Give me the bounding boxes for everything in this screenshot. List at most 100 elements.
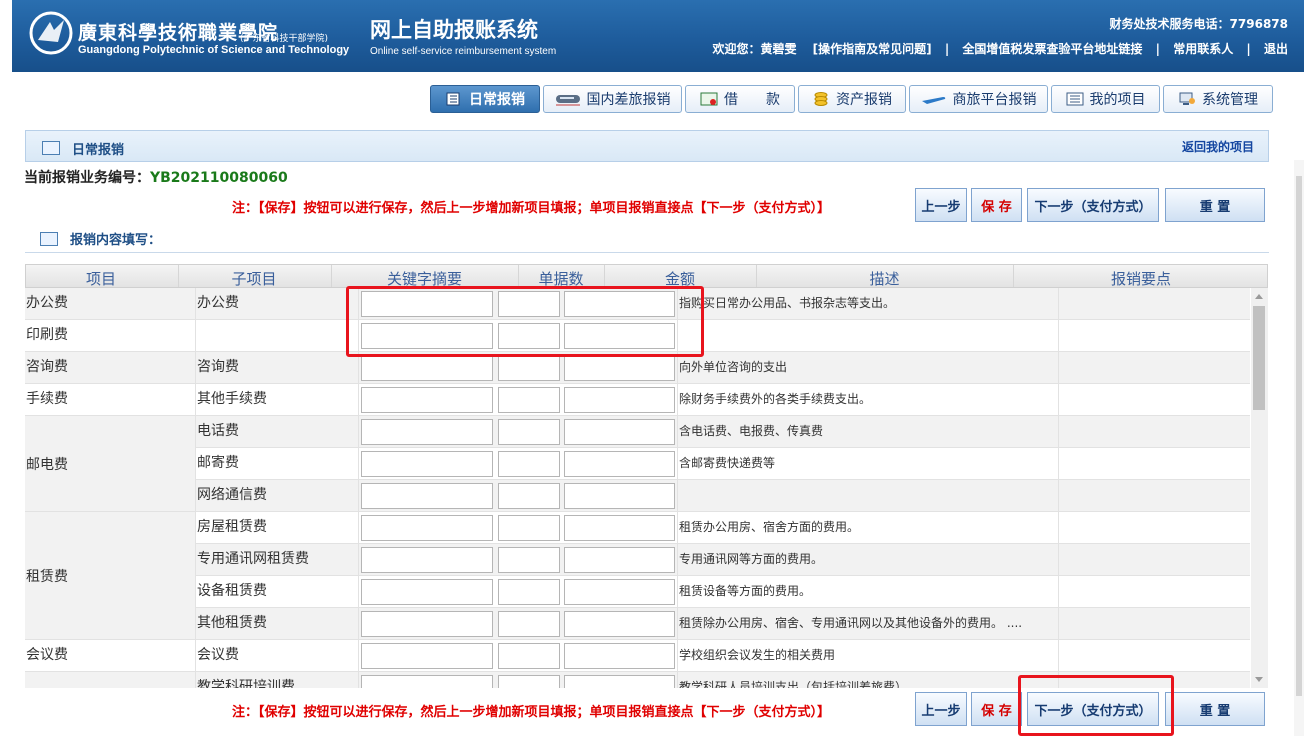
keyword-summary-input[interactable] bbox=[361, 579, 493, 605]
subitem-cell: 其他租赁费 bbox=[197, 615, 267, 631]
description-cell: 向外单位咨询的支出 bbox=[679, 360, 788, 374]
amount-input[interactable] bbox=[564, 579, 675, 605]
back-to-projects-link[interactable]: 返回我的项目 bbox=[1182, 138, 1254, 155]
subitem-cell bbox=[197, 320, 357, 351]
document-count-input[interactable] bbox=[498, 419, 560, 445]
cell-divider bbox=[195, 608, 196, 639]
school-logo-icon bbox=[29, 11, 73, 55]
table-scrollbar[interactable] bbox=[1251, 288, 1268, 688]
link-separator: | bbox=[1246, 42, 1251, 56]
amount-input[interactable] bbox=[564, 483, 675, 509]
amount-input[interactable] bbox=[564, 419, 675, 445]
save-button[interactable]: 保 存 bbox=[971, 188, 1022, 222]
document-count-input[interactable] bbox=[498, 579, 560, 605]
key-points-cell bbox=[1061, 672, 1249, 688]
key-points-cell bbox=[1061, 544, 1249, 575]
keyword-summary-input[interactable] bbox=[361, 483, 493, 509]
contacts-link[interactable]: 常用联系人 bbox=[1173, 42, 1233, 56]
keyword-summary-input[interactable] bbox=[361, 515, 493, 541]
amount-input[interactable] bbox=[564, 387, 675, 413]
keyword-summary-input[interactable] bbox=[361, 611, 493, 637]
description-cell: 含邮寄费快递费等 bbox=[679, 456, 776, 470]
description-cell: 专用通讯网等方面的费用。 bbox=[679, 552, 824, 566]
tab-asset-reimbursement[interactable]: 资产报销 bbox=[798, 85, 906, 113]
amount-input[interactable] bbox=[564, 547, 675, 573]
loan-icon bbox=[700, 92, 718, 106]
document-count-input[interactable] bbox=[498, 515, 560, 541]
cell-divider bbox=[677, 448, 678, 479]
amount-input[interactable] bbox=[564, 675, 675, 688]
amount-input[interactable] bbox=[564, 355, 675, 381]
business-number-label: 当前报销业务编号： bbox=[24, 170, 150, 186]
table-row: 房屋租赁费 租赁办公用房、宿舍方面的费用。 bbox=[25, 512, 1250, 544]
subitem-cell: 会议费 bbox=[197, 647, 239, 663]
welcome-text: 欢迎您：黄碧雯 bbox=[712, 42, 797, 56]
document-count-input[interactable] bbox=[498, 547, 560, 573]
document-count-input[interactable] bbox=[498, 291, 560, 317]
amount-input[interactable] bbox=[564, 323, 675, 349]
save-button-bottom[interactable]: 保 存 bbox=[971, 692, 1022, 726]
scroll-thumb[interactable] bbox=[1253, 306, 1265, 410]
keyword-summary-input[interactable] bbox=[361, 643, 493, 669]
cell-divider bbox=[677, 576, 678, 607]
cell-divider bbox=[358, 672, 359, 688]
tab-domestic-travel[interactable]: 国内差旅报销 bbox=[543, 85, 682, 113]
amount-input[interactable] bbox=[564, 611, 675, 637]
amount-input[interactable] bbox=[564, 643, 675, 669]
tab-loan[interactable]: 借 款 bbox=[685, 85, 795, 113]
keyword-summary-input[interactable] bbox=[361, 451, 493, 477]
reset-button-bottom[interactable]: 重 置 bbox=[1165, 692, 1265, 726]
tab-daily-reimbursement[interactable]: 日常报销 bbox=[430, 85, 540, 113]
table-header: 项目 子项目 关键字摘要 单据数 金额 描述 报销要点 bbox=[25, 264, 1268, 288]
key-points-cell bbox=[1061, 288, 1249, 319]
document-count-input[interactable] bbox=[498, 611, 560, 637]
keyword-summary-input[interactable] bbox=[361, 675, 493, 688]
column-header: 金额 bbox=[664, 270, 695, 288]
table-row: 电话费 含电话费、电报费、传真费 bbox=[25, 416, 1250, 448]
next-step-button-bottom[interactable]: 下一步（支付方式） bbox=[1027, 692, 1159, 726]
amount-input[interactable] bbox=[564, 515, 675, 541]
key-points-cell bbox=[1061, 640, 1249, 671]
amount-input[interactable] bbox=[564, 291, 675, 317]
prev-step-button-bottom[interactable]: 上一步 bbox=[915, 692, 967, 726]
keyword-summary-input[interactable] bbox=[361, 323, 493, 349]
guide-link[interactable]: [操作指南及常见问题] bbox=[813, 42, 932, 56]
keyword-summary-input[interactable] bbox=[361, 355, 493, 381]
document-count-input[interactable] bbox=[498, 387, 560, 413]
logout-link[interactable]: 退出 bbox=[1264, 42, 1288, 56]
tab-my-projects[interactable]: 我的项目 bbox=[1051, 85, 1160, 113]
keyword-summary-input[interactable] bbox=[361, 291, 493, 317]
keyword-summary-input[interactable] bbox=[361, 547, 493, 573]
document-count-input[interactable] bbox=[498, 643, 560, 669]
document-count-input[interactable] bbox=[498, 323, 560, 349]
keyword-summary-input[interactable] bbox=[361, 419, 493, 445]
invoice-check-link[interactable]: 全国增值税发票查验平台地址链接 bbox=[962, 42, 1142, 56]
page-scrollbar[interactable] bbox=[1294, 160, 1304, 736]
scroll-up-icon[interactable] bbox=[1255, 294, 1263, 299]
prev-step-button[interactable]: 上一步 bbox=[915, 188, 967, 222]
key-points-cell bbox=[1061, 352, 1249, 383]
tab-system-admin[interactable]: 系统管理 bbox=[1163, 85, 1273, 113]
train-icon bbox=[555, 95, 580, 106]
cell-divider bbox=[677, 544, 678, 575]
document-count-input[interactable] bbox=[498, 483, 560, 509]
keyword-summary-input[interactable] bbox=[361, 387, 493, 413]
table-row: 邮寄费 含邮寄费快递费等 bbox=[25, 448, 1250, 480]
section-divider bbox=[25, 252, 1269, 253]
next-step-button[interactable]: 下一步（支付方式） bbox=[1027, 188, 1159, 222]
reset-button[interactable]: 重 置 bbox=[1165, 188, 1265, 222]
document-count-input[interactable] bbox=[498, 451, 560, 477]
table-row: 设备租赁费 租赁设备等方面的费用。 bbox=[25, 576, 1250, 608]
cell-divider bbox=[677, 672, 678, 688]
cell-divider bbox=[1058, 448, 1059, 479]
amount-input[interactable] bbox=[564, 451, 675, 477]
document-count-input[interactable] bbox=[498, 355, 560, 381]
cell-divider bbox=[677, 288, 678, 319]
document-count-input[interactable] bbox=[498, 675, 560, 688]
scroll-down-icon[interactable] bbox=[1255, 677, 1263, 682]
tab-business-travel-platform[interactable]: 商旅平台报销 bbox=[909, 85, 1048, 113]
page-scroll-thumb[interactable] bbox=[1296, 176, 1302, 696]
table-row: 印刷费 bbox=[25, 320, 1250, 352]
cell-divider bbox=[358, 384, 359, 415]
cell-divider bbox=[677, 480, 678, 511]
